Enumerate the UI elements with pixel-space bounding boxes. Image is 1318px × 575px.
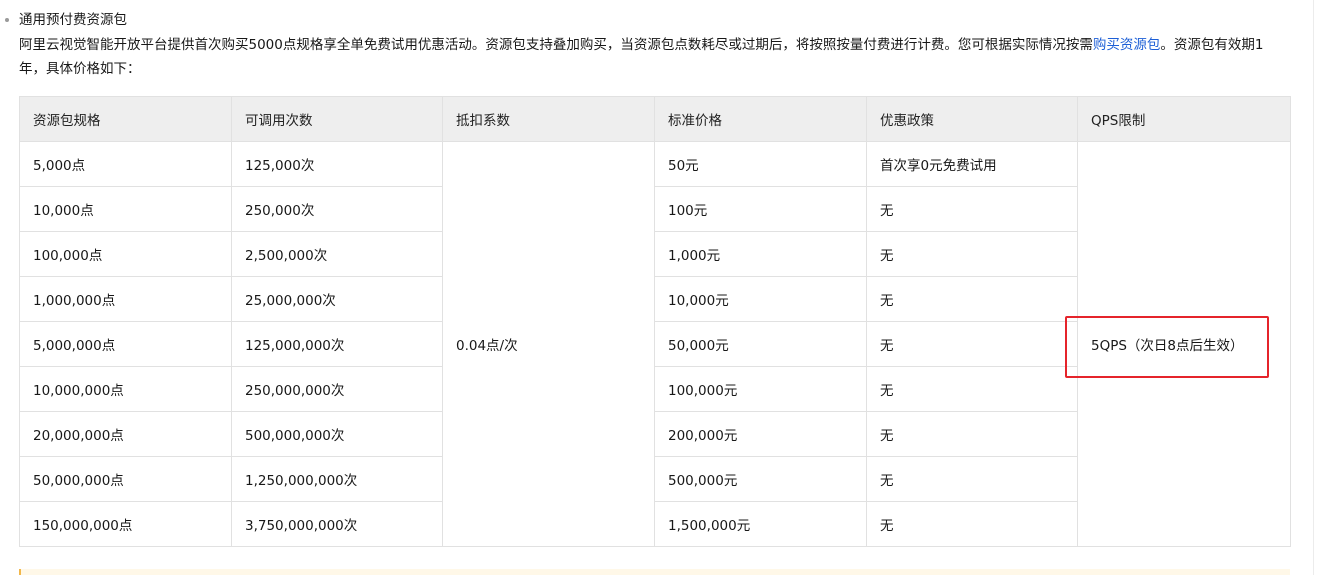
cell-calls: 125,000,000次 [231, 321, 443, 367]
bullet-dot-icon [5, 18, 9, 22]
header-calls: 可调用次数 [231, 96, 443, 142]
cell-calls: 500,000,000次 [231, 411, 443, 457]
cell-policy: 无 [866, 321, 1078, 367]
cell-calls: 1,250,000,000次 [231, 456, 443, 502]
cell-price: 200,000元 [654, 411, 867, 457]
cell-spec: 100,000点 [19, 231, 232, 277]
cell-policy: 无 [866, 186, 1078, 232]
intro-paragraph: 阿里云视觉智能开放平台提供首次购买5000点规格享全单免费试用优惠活动。资源包支… [19, 33, 1281, 81]
cell-spec: 1,000,000点 [19, 276, 232, 322]
cell-price: 10,000元 [654, 276, 867, 322]
cell-spec: 50,000,000点 [19, 456, 232, 502]
cell-calls: 125,000次 [231, 141, 443, 187]
buy-resource-package-link[interactable]: 购买资源包 [1093, 37, 1161, 53]
cell-policy: 无 [866, 366, 1078, 412]
cell-calls: 25,000,000次 [231, 276, 443, 322]
cell-spec: 5,000,000点 [19, 321, 232, 367]
cell-deduction-coefficient: 0.04点/次 [442, 141, 655, 547]
cell-price: 1,000元 [654, 231, 867, 277]
cell-spec: 5,000点 [19, 141, 232, 187]
section-title: 通用预付费资源包 [19, 12, 127, 28]
cell-calls: 250,000次 [231, 186, 443, 232]
cell-spec: 10,000,000点 [19, 366, 232, 412]
cell-qps-limit: 5QPS（次日8点后生效） [1077, 141, 1291, 547]
cell-policy: 无 [866, 276, 1078, 322]
pricing-table: 资源包规格 可调用次数 抵扣系数 标准价格 优惠政策 QPS限制 5,000点 … [19, 96, 1291, 547]
cell-policy: 无 [866, 411, 1078, 457]
cell-spec: 10,000点 [19, 186, 232, 232]
cell-policy: 无 [866, 501, 1078, 547]
cell-policy: 无 [866, 456, 1078, 502]
cell-price: 100,000元 [654, 366, 867, 412]
table-row: 5,000点 125,000次 0.04点/次 50元 首次享0元免费试用 5Q… [19, 141, 1291, 547]
cell-price: 50,000元 [654, 321, 867, 367]
cell-price: 1,500,000元 [654, 501, 867, 547]
header-deduction: 抵扣系数 [442, 96, 655, 142]
cell-spec: 150,000,000点 [19, 501, 232, 547]
header-policy: 优惠政策 [866, 96, 1078, 142]
header-qps: QPS限制 [1077, 96, 1291, 142]
header-price: 标准价格 [654, 96, 867, 142]
cell-calls: 3,750,000,000次 [231, 501, 443, 547]
cell-price: 50元 [654, 141, 867, 187]
cell-price: 500,000元 [654, 456, 867, 502]
table-header-row: 资源包规格 可调用次数 抵扣系数 标准价格 优惠政策 QPS限制 [19, 96, 1291, 142]
cell-calls: 2,500,000次 [231, 231, 443, 277]
cell-price: 100元 [654, 186, 867, 232]
note-box-edge [19, 569, 1290, 575]
intro-text: 阿里云视觉智能开放平台提供首次购买5000点规格享全单免费试用优惠活动。资源包支… [19, 37, 1093, 53]
cell-policy: 首次享0元免费试用 [866, 141, 1078, 187]
cell-spec: 20,000,000点 [19, 411, 232, 457]
cell-calls: 250,000,000次 [231, 366, 443, 412]
cell-policy: 无 [866, 231, 1078, 277]
document-content: 通用预付费资源包 阿里云视觉智能开放平台提供首次购买5000点规格享全单免费试用… [0, 0, 1300, 575]
header-spec: 资源包规格 [19, 96, 232, 142]
page-edge-divider [1313, 0, 1314, 575]
